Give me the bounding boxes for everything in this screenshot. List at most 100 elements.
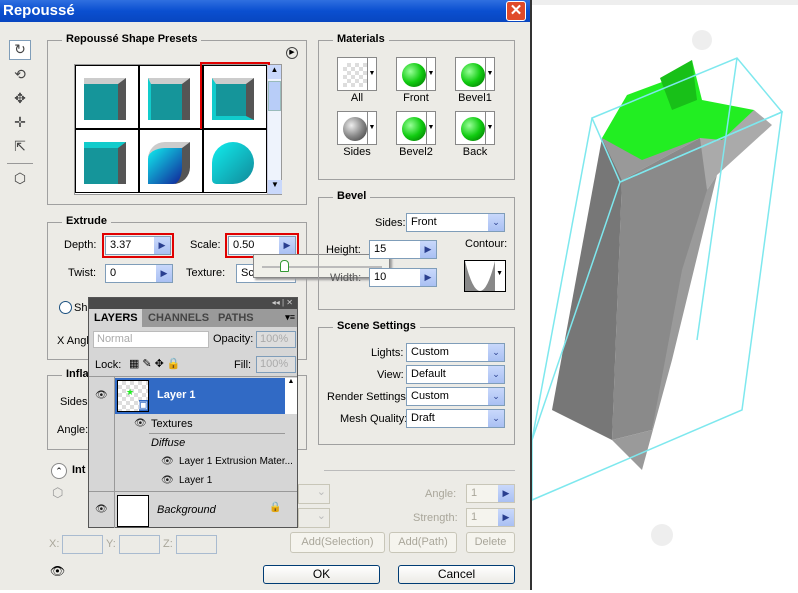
preset-cell[interactable] — [75, 129, 139, 193]
material-bevel1-swatch[interactable]: ▼ — [455, 57, 495, 91]
material-back-swatch[interactable]: ▼ — [455, 111, 495, 145]
twist-slider-arrow[interactable]: ▶ — [156, 265, 172, 282]
ok-button[interactable]: OK — [263, 565, 380, 584]
bevel-height-input[interactable]: 15 ▶ — [369, 240, 437, 259]
material-bevel2-swatch[interactable]: ▼ — [396, 111, 436, 145]
inflate-sides-label: Sides: — [60, 396, 91, 408]
internal-constraints-title: Int — [72, 464, 86, 476]
tab-channels[interactable]: CHANNELS — [143, 312, 209, 324]
camera-tool-icon[interactable]: ⬡ — [9, 170, 31, 190]
slide-tool-icon[interactable]: ✛ — [9, 114, 31, 134]
view-select[interactable]: Default ⌄ — [406, 365, 505, 384]
materials-group: Materials ▼ ▼ ▼ ▼ ▼ ▼ All Front Bevel1 S… — [318, 33, 515, 180]
twist-input[interactable]: 0 ▶ — [105, 264, 173, 283]
strength-input[interactable]: 1 ▶ — [466, 508, 515, 527]
material-label: Bevel2 — [399, 146, 433, 158]
tab-layers[interactable]: LAYERS — [89, 309, 142, 327]
layer-name: Layer 1 Extrusion Mater... — [179, 456, 293, 467]
layer-name: Layer 1 — [179, 475, 213, 486]
lock-icons[interactable]: ▦✎✥🔒 — [129, 357, 184, 370]
scene-settings-title: Scene Settings — [333, 320, 420, 332]
preset-cell[interactable] — [203, 129, 267, 193]
shear-radio[interactable] — [59, 301, 72, 314]
layer-row-textures[interactable]: 👁 Textures — [89, 415, 297, 433]
lock-label: Lock: — [95, 359, 122, 371]
z-input[interactable] — [176, 535, 217, 554]
blend-mode-select[interactable]: Normal — [93, 331, 209, 348]
fill-input[interactable]: 100% — [256, 356, 296, 373]
strength-arrow[interactable]: ▶ — [498, 509, 514, 526]
close-button[interactable]: ✕ — [506, 1, 526, 21]
delete-button[interactable]: Delete — [466, 532, 515, 553]
render-settings-select[interactable]: Custom ⌄ — [406, 387, 505, 406]
slider-thumb[interactable] — [280, 260, 289, 272]
panel-header[interactable]: ◂◂ | ✕ — [89, 298, 297, 309]
layer-row-layer1-texture[interactable]: 👁 Layer 1 — [89, 472, 297, 490]
bevel-width-arrow[interactable]: ▶ — [420, 269, 436, 286]
angle-arrow[interactable]: ▶ — [498, 485, 514, 502]
preset-cell-selected[interactable] — [200, 62, 270, 132]
bevel-sides-select[interactable]: Front ⌄ — [406, 213, 505, 232]
z-label: Z: — [163, 538, 173, 550]
angle-value: 1 — [471, 487, 478, 499]
scale-input[interactable]: 0.50 ▶ — [225, 233, 299, 258]
scale-tool-icon[interactable]: ⇱ — [9, 138, 31, 158]
x-label: X: — [49, 538, 60, 550]
material-label: Back — [462, 146, 488, 158]
preview-options-icon[interactable]: 👁 — [50, 564, 65, 578]
depth-slider-arrow[interactable]: ▶ — [154, 237, 170, 254]
eye-icon[interactable]: 👁 — [161, 475, 174, 486]
preset-cell[interactable] — [75, 65, 139, 129]
contour-picker[interactable]: ▼ — [464, 260, 506, 292]
add-path-button[interactable]: Add(Path) — [389, 532, 457, 553]
layers-scrollbar[interactable]: ▲ — [285, 378, 297, 414]
scale-slider-arrow[interactable]: ▶ — [279, 237, 295, 254]
layer-name: Diffuse — [151, 437, 186, 449]
bevel-height-arrow[interactable]: ▶ — [420, 241, 436, 258]
constraint-select[interactable]: ⌄ — [298, 508, 330, 528]
lights-select[interactable]: Custom ⌄ — [406, 343, 505, 362]
dialog-title: Repoussé — [3, 2, 75, 19]
view-label: View: — [377, 369, 404, 381]
presets-menu-icon[interactable]: ▶ — [286, 47, 298, 59]
angle-label: Angle: — [425, 488, 457, 500]
constraint-select[interactable]: ⌄ — [298, 484, 330, 504]
tab-paths[interactable]: PATHS — [213, 312, 254, 324]
opacity-input[interactable]: 100% — [256, 331, 296, 348]
material-label: All — [350, 92, 364, 104]
render-settings-label: Render Settings: — [327, 391, 409, 403]
rotate-object-tool-icon[interactable]: ↻ — [9, 40, 31, 60]
panel-menu-icon[interactable]: ▾≡ — [285, 312, 295, 323]
depth-input[interactable]: 3.37 ▶ — [102, 233, 174, 258]
layer-name: Layer 1 — [157, 389, 196, 401]
eye-icon[interactable]: 👁 — [95, 504, 108, 515]
eye-icon[interactable]: 👁 — [134, 418, 147, 429]
roll-tool-icon[interactable]: ⟲ — [9, 66, 31, 86]
preset-cell[interactable] — [139, 129, 203, 193]
presets-title: Repoussé Shape Presets — [62, 33, 202, 45]
bevel-width-input[interactable]: 10 ▶ — [369, 268, 437, 287]
material-sides-swatch[interactable]: ▼ — [337, 111, 377, 145]
layer-row-diffuse[interactable]: Diffuse — [149, 433, 285, 451]
material-all-swatch[interactable]: ▼ — [337, 57, 377, 91]
x-input[interactable] — [62, 535, 103, 554]
angle-input[interactable]: 1 ▶ — [466, 484, 515, 503]
layer-row-layer1[interactable]: 👁 ★ ▣ Layer 1 ▲ — [89, 378, 297, 414]
presets-scrollbar[interactable]: ▲ ▼ — [267, 65, 282, 194]
layer-row-background[interactable]: 👁 Background 🔒 — [89, 491, 297, 528]
bevel-height-value: 15 — [374, 243, 387, 255]
eye-icon[interactable]: 👁 — [95, 390, 108, 401]
drag-tool-icon[interactable]: ✥ — [9, 90, 31, 110]
collapse-icon[interactable]: ⌃ — [51, 463, 67, 479]
preset-cell[interactable] — [139, 65, 203, 129]
cancel-button[interactable]: Cancel — [398, 565, 515, 584]
material-front-swatch[interactable]: ▼ — [396, 57, 436, 91]
canvas-3d-view[interactable] — [530, 0, 798, 590]
eye-icon[interactable]: 👁 — [161, 456, 174, 467]
mesh-quality-select[interactable]: Draft ⌄ — [406, 409, 505, 428]
add-selection-button[interactable]: Add(Selection) — [290, 532, 385, 553]
constraint-tool-icon[interactable]: ⬡ — [52, 485, 63, 501]
y-input[interactable] — [119, 535, 160, 554]
view-value: Default — [411, 368, 446, 380]
layer-row-extrusion-material[interactable]: 👁 Layer 1 Extrusion Mater... — [89, 453, 297, 471]
